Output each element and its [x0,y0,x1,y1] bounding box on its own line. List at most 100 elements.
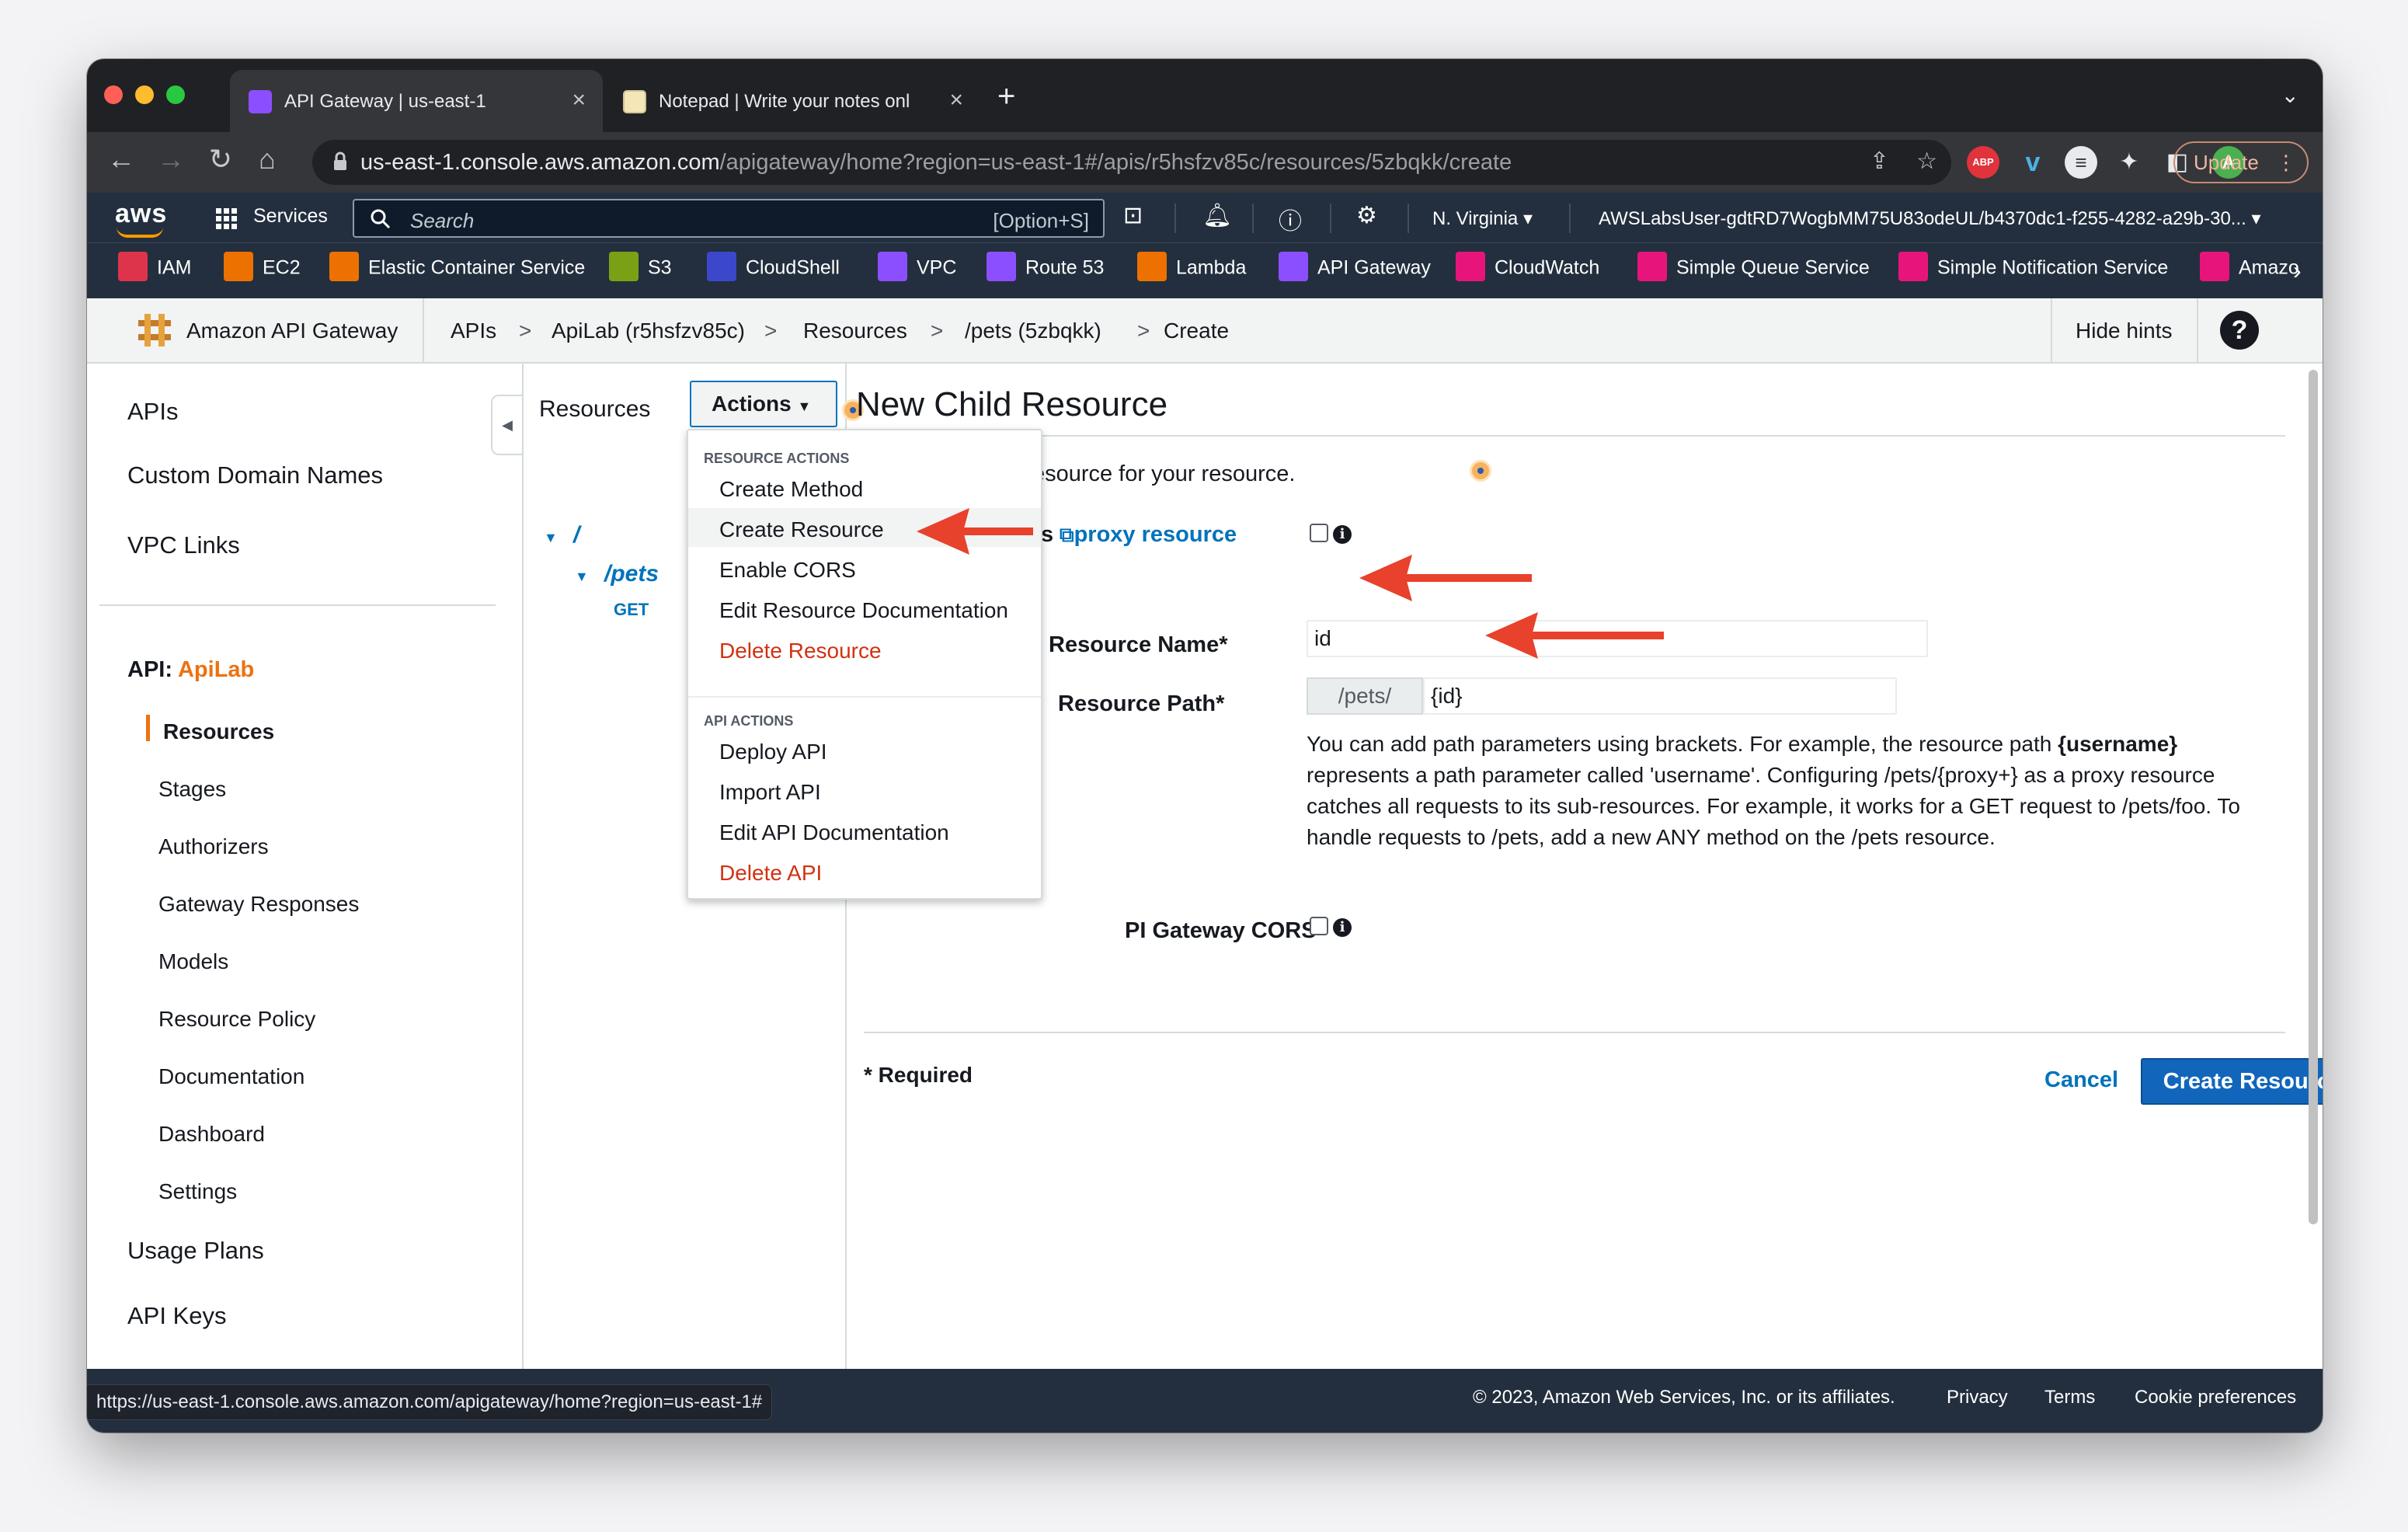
menu-item-delete-api[interactable]: Delete API [719,861,822,886]
bookmark-star-icon[interactable]: ☆ [1916,148,1937,175]
sidebar-item-resources[interactable]: Resources [163,719,274,744]
close-window-button[interactable] [104,85,123,104]
cloudshell-icon[interactable]: ⊡ [1123,202,1143,229]
favorite-iam[interactable]: IAM [118,252,191,281]
tree-node-pets[interactable]: /pets [604,561,659,587]
sidebar-item-models[interactable]: Models [158,949,228,974]
favorite-api-gateway[interactable]: API Gateway [1279,252,1431,281]
reload-icon[interactable]: ↻ [202,143,239,176]
puzzle-icon[interactable]: ✦ [2113,146,2145,179]
favorite-vpc[interactable]: VPC [878,252,956,281]
cookie-preferences-link[interactable]: Cookie preferences [2135,1387,2296,1408]
favorite-simple-notification-service[interactable]: Simple Notification Service [1898,252,2168,281]
region-selector[interactable]: N. Virginia ▾ [1432,207,1533,230]
close-tab-icon[interactable]: × [949,87,963,113]
sidebar-item-settings[interactable]: Settings [158,1179,237,1204]
tree-method-get[interactable]: GET [614,600,649,620]
info-hint-icon[interactable] [1470,460,1491,482]
menu-item-enable-cors[interactable]: Enable CORS [719,558,856,583]
sidebar-item-gateway-responses[interactable]: Gateway Responses [158,892,359,917]
favorite-route-53[interactable]: Route 53 [987,252,1104,281]
terms-link[interactable]: Terms [2044,1387,2095,1408]
adblock-icon[interactable]: ABP [1967,146,1999,179]
menu-item-create-method[interactable]: Create Method [719,477,863,502]
resource-name-input[interactable] [1307,620,1928,657]
account-menu[interactable]: AWSLabsUser-gdtRD7WogbMM75U83odeUL/b4370… [1599,207,2261,230]
settings-gear-icon[interactable]: ⚙ [1356,202,1377,229]
menu-item-create-resource[interactable]: Create Resource [719,517,884,542]
new-tab-icon[interactable]: + [997,79,1015,114]
tab-api-gateway[interactable]: API Gateway | us-east-1 × [230,70,603,132]
hide-hints-button[interactable]: Hide hints [2076,319,2173,343]
menu-item-edit-api-documentation[interactable]: Edit API Documentation [719,820,949,845]
proxy-resource-link[interactable]: ⧉proxy resource [1060,522,1237,548]
aws-top-nav: aws Services Search [Option+S] ⊡ 🔔︎ ⓘ ⚙ … [87,193,2323,242]
favorite-amazo[interactable]: Amazo [2200,252,2299,281]
favorite-simple-queue-service[interactable]: Simple Queue Service [1637,252,1870,281]
copyright: © 2023, Amazon Web Services, Inc. or its… [1473,1387,1895,1408]
favorite-cloudwatch[interactable]: CloudWatch [1456,252,1599,281]
sidebar-item-custom-domain-names[interactable]: Custom Domain Names [127,461,383,489]
aws-logo[interactable]: aws [115,199,167,238]
expand-pets-icon[interactable]: ▼ [575,569,589,585]
resource-path-input[interactable] [1423,677,1897,715]
privacy-link[interactable]: Privacy [1947,1387,2008,1408]
breadcrumb-resources[interactable]: Resources [803,319,907,343]
sidebar-item-dashboard[interactable]: Dashboard [158,1122,265,1147]
favorite-elastic-container-service[interactable]: Elastic Container Service [329,252,585,281]
expand-root-icon[interactable]: ▼ [544,530,558,546]
favorite-cloudshell[interactable]: CloudShell [707,252,840,281]
main-content: New Child Resource reate a new child res… [842,364,2323,1428]
sidebar-item-usage-plans[interactable]: Usage Plans [127,1237,264,1265]
tab-notepad[interactable]: Notepad | Write your notes onl × [604,70,980,132]
favorite-lambda[interactable]: Lambda [1137,252,1246,281]
tree-node-root[interactable]: / [573,522,579,548]
vimeo-icon[interactable]: v [2017,146,2049,179]
enable-cors-checkbox[interactable] [1310,917,1328,935]
create-resource-button[interactable]: Create Resource [2141,1058,2323,1105]
sidebar-item-api-keys[interactable]: API Keys [127,1302,227,1330]
back-icon[interactable]: ← [103,143,140,176]
extension-menu-icon[interactable]: ≡ [2065,146,2097,179]
services-menu[interactable]: Services [216,205,328,229]
breadcrumb-service[interactable]: Amazon API Gateway [186,319,398,343]
breadcrumb-apis[interactable]: APIs [451,319,496,343]
actions-dropdown-button[interactable]: Actions ▼ [690,381,837,427]
sidebar-api-heading[interactable]: API: ApiLab [127,657,254,683]
close-tab-icon[interactable]: × [572,87,586,113]
sidebar-item-vpc-links[interactable]: VPC Links [127,531,240,559]
help-icon[interactable]: ⓘ [1279,202,1302,236]
menu-item-delete-resource[interactable]: Delete Resource [719,639,882,663]
home-icon[interactable]: ⌂ [249,143,286,176]
collapse-sidebar-button[interactable]: ◀ [491,395,522,455]
favorite-s3[interactable]: S3 [609,252,672,281]
favorites-scroll-right-icon[interactable]: › [2293,256,2302,285]
sidebar-item-resource-policy[interactable]: Resource Policy [158,1007,315,1032]
page-scrollbar[interactable] [2309,370,2318,1224]
info-icon[interactable]: i [1333,525,1352,544]
menu-item-import-api[interactable]: Import API [719,780,821,805]
info-icon[interactable]: i [1333,918,1352,937]
sidebar-item-stages[interactable]: Stages [158,777,226,802]
menu-item-edit-resource-documentation[interactable]: Edit Resource Documentation [719,598,1008,623]
share-icon[interactable]: ⇪ [1870,148,1889,175]
sidebar-item-documentation[interactable]: Documentation [158,1064,304,1089]
aws-search-input[interactable]: Search [Option+S] [353,199,1105,238]
breadcrumb-api[interactable]: ApiLab (r5hsfzv85c) [552,319,745,343]
enable-cors-label: PI Gateway CORS [1125,918,1317,943]
update-button[interactable]: Update ⋮ [2173,141,2309,183]
maximize-window-button[interactable] [166,85,185,104]
proxy-resource-checkbox[interactable] [1310,524,1328,542]
menu-item-deploy-api[interactable]: Deploy API [719,740,827,764]
tab-search-chevron-icon[interactable]: ⌄ [2281,82,2299,108]
sidebar-item-apis[interactable]: APIs [127,398,178,426]
help-circle-icon[interactable]: ? [2220,311,2259,350]
breadcrumb-resource[interactable]: /pets (5zbqkk) [965,319,1101,343]
sidebar-item-authorizers[interactable]: Authorizers [158,834,269,859]
minimize-window-button[interactable] [135,85,154,104]
address-bar[interactable]: us-east-1.console.aws.amazon.com/apigate… [312,140,1951,185]
notifications-bell-icon[interactable]: 🔔︎ [1202,202,1232,229]
favorite-ec2[interactable]: EC2 [224,252,301,281]
forward-icon[interactable]: → [152,143,190,176]
cancel-button[interactable]: Cancel [2044,1067,2118,1093]
